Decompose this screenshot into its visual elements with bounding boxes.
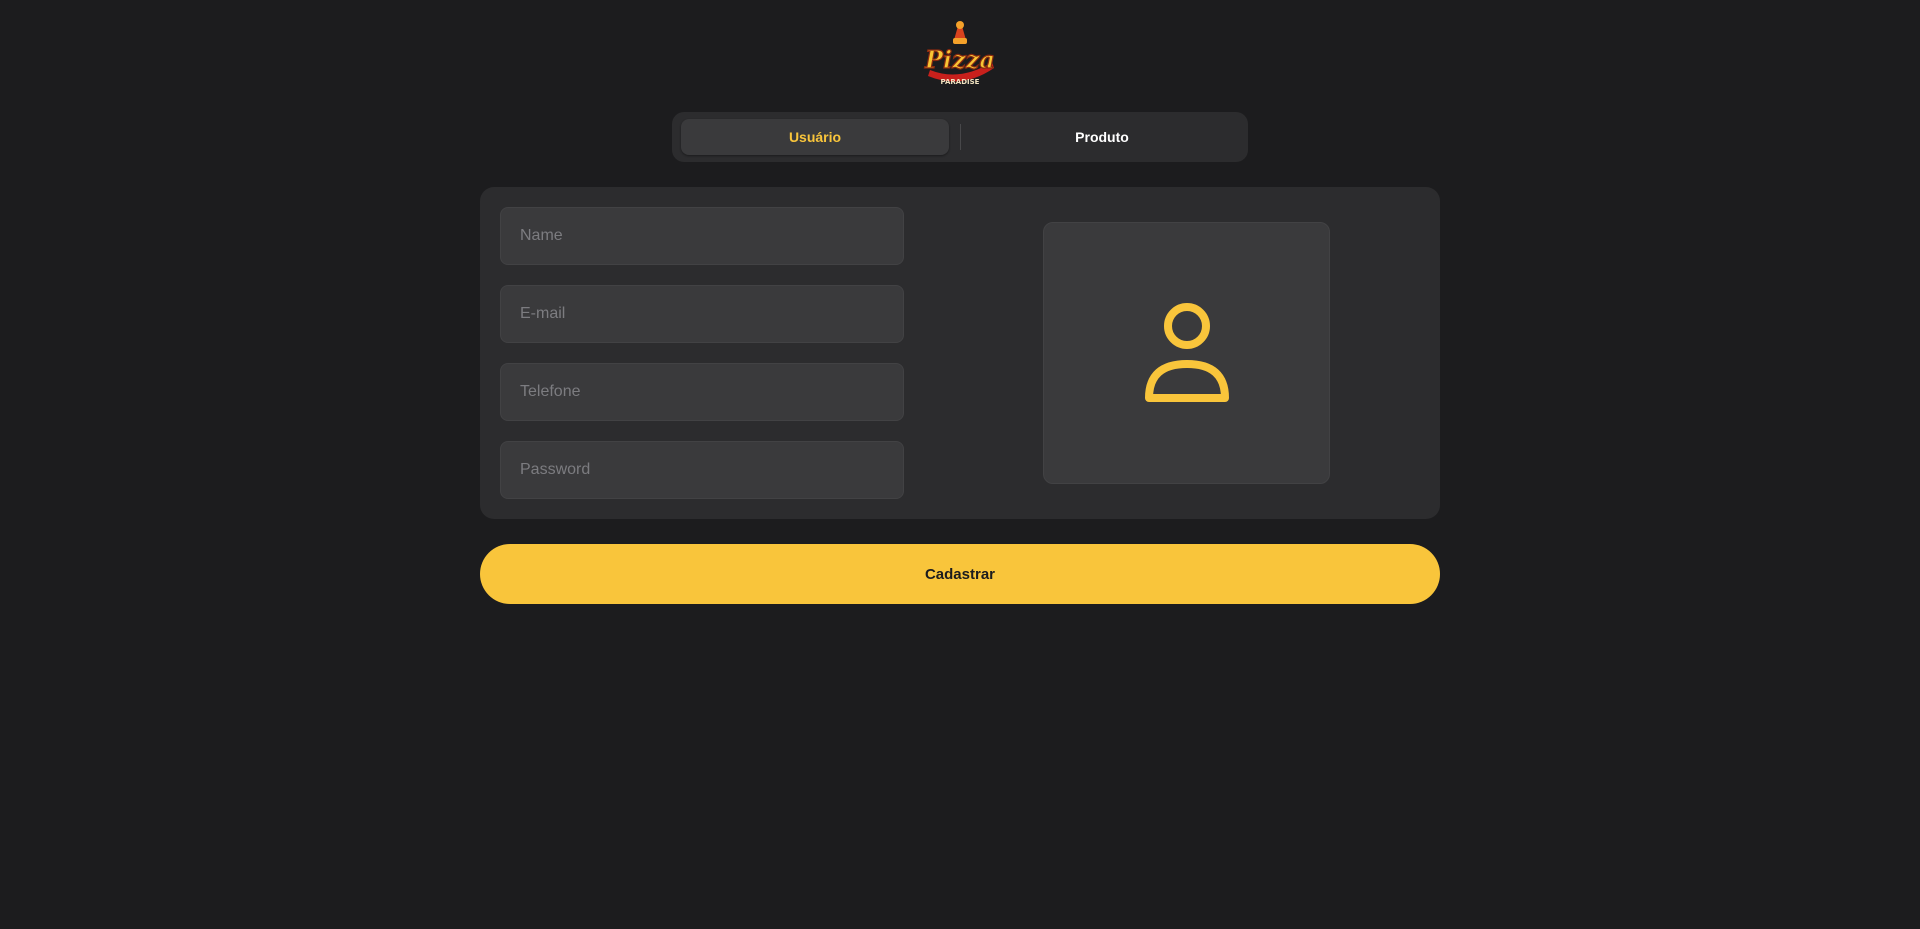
logo-subtitle: PARADISE — [941, 78, 980, 86]
user-icon — [1144, 303, 1229, 402]
email-input[interactable] — [500, 285, 904, 343]
user-form-card — [480, 187, 1440, 519]
tab-usuario[interactable]: Usuário — [681, 119, 949, 155]
tab-divider — [960, 124, 961, 150]
cadastrar-button[interactable]: Cadastrar — [480, 544, 1440, 604]
logo-wordmark: Pizza — [924, 45, 995, 74]
pizza-logo: Pizza PARADISE — [920, 12, 1000, 92]
avatar-upload[interactable] — [1043, 222, 1330, 484]
phone-input[interactable] — [500, 363, 904, 421]
name-input[interactable] — [500, 207, 904, 265]
password-input[interactable] — [500, 441, 904, 499]
tab-produto[interactable]: Produto — [965, 119, 1239, 155]
tab-bar: Usuário Produto — [672, 112, 1248, 162]
